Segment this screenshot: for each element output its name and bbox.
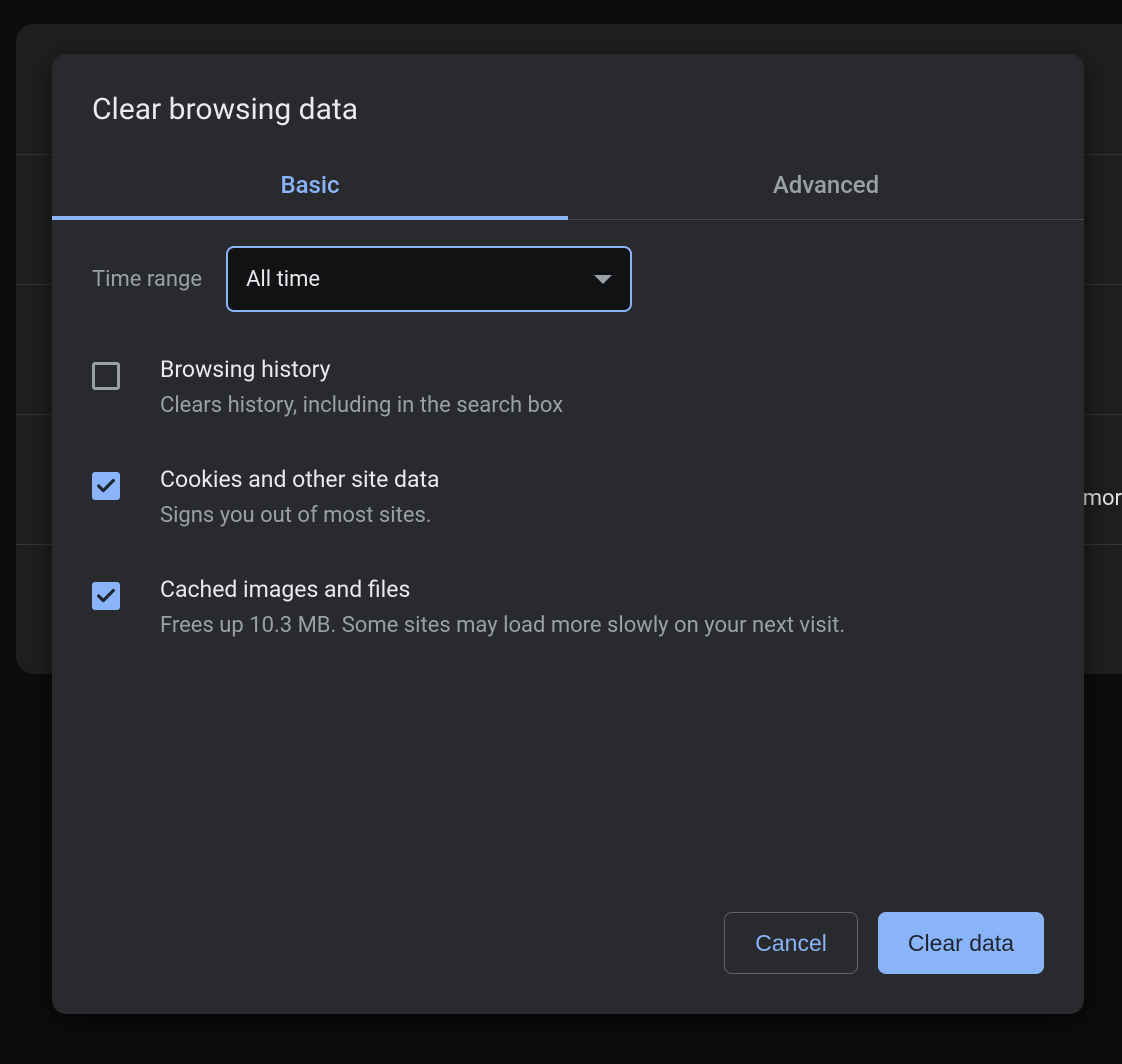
dialog-body: Time range All time Browsing history Cle… — [52, 220, 1084, 912]
check-icon — [95, 585, 117, 607]
option-title: Cached images and files — [160, 576, 1044, 603]
time-range-select[interactable]: All time — [226, 246, 632, 312]
backdrop-partial-text: mor — [1083, 486, 1122, 511]
dialog-tabs: Basic Advanced — [52, 155, 1084, 220]
cancel-button[interactable]: Cancel — [724, 912, 858, 974]
option-text: Browsing history Clears history, includi… — [160, 356, 1044, 422]
time-range-label: Time range — [92, 267, 202, 292]
option-desc: Frees up 10.3 MB. Some sites may load mo… — [160, 611, 1044, 642]
option-title: Browsing history — [160, 356, 1044, 383]
check-icon — [95, 475, 117, 497]
clear-browsing-data-dialog: Clear browsing data Basic Advanced Time … — [52, 54, 1084, 1014]
option-desc: Clears history, including in the search … — [160, 391, 1044, 422]
tab-advanced[interactable]: Advanced — [568, 155, 1084, 219]
option-desc: Signs you out of most sites. — [160, 501, 1044, 532]
dialog-title: Clear browsing data — [52, 54, 1084, 155]
clear-data-button[interactable]: Clear data — [878, 912, 1044, 974]
option-cache: Cached images and files Frees up 10.3 MB… — [92, 576, 1044, 642]
time-range-row: Time range All time — [92, 246, 1044, 312]
dialog-footer: Cancel Clear data — [52, 912, 1084, 1014]
option-text: Cached images and files Frees up 10.3 MB… — [160, 576, 1044, 642]
option-title: Cookies and other site data — [160, 466, 1044, 493]
option-browsing-history: Browsing history Clears history, includi… — [92, 356, 1044, 422]
option-cookies: Cookies and other site data Signs you ou… — [92, 466, 1044, 532]
chevron-down-icon — [594, 275, 612, 284]
checkbox-cache[interactable] — [92, 582, 120, 610]
checkbox-browsing-history[interactable] — [92, 362, 120, 390]
option-text: Cookies and other site data Signs you ou… — [160, 466, 1044, 532]
checkbox-cookies[interactable] — [92, 472, 120, 500]
time-range-value: All time — [246, 267, 594, 292]
tab-basic[interactable]: Basic — [52, 155, 568, 219]
